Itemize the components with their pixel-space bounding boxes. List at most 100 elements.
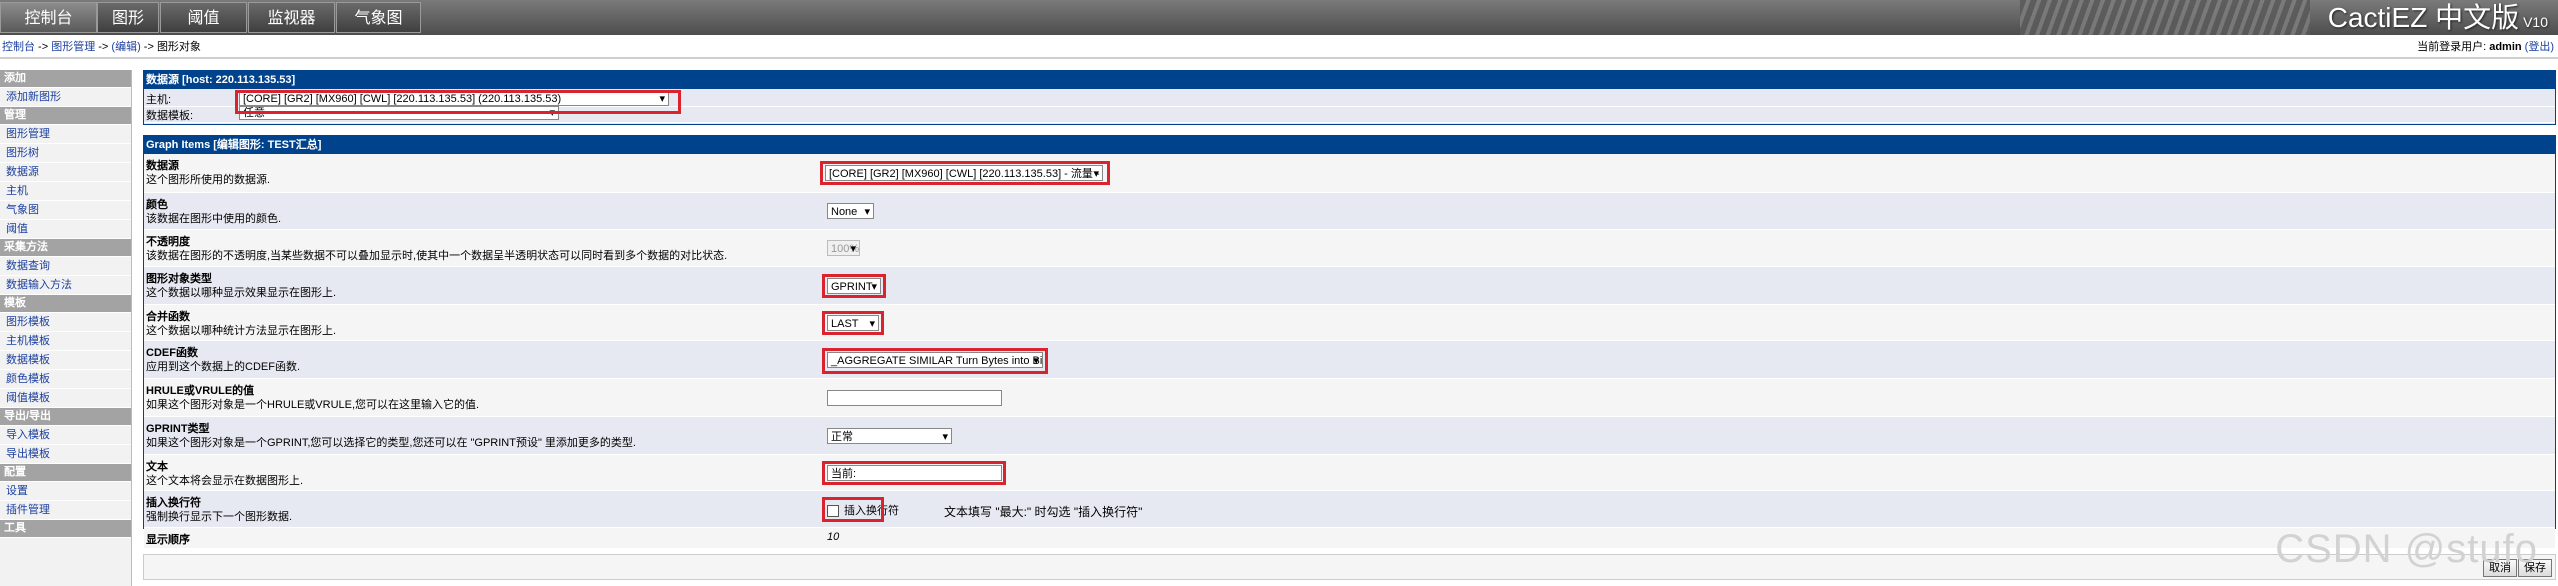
opacity-row: 不透明度 该数据在图形的不透明度,当某些数据不可以叠加显示时,使其中一个数据呈半透…	[144, 230, 2555, 267]
sidebar-link[interactable]: 阈值	[6, 223, 28, 235]
sidebar-item: 气象图	[0, 201, 131, 220]
action-bar: 取消 保存	[143, 554, 2556, 580]
login-prefix: 当前登录用户:	[2417, 41, 2490, 53]
sidebar-item: 阈值	[0, 220, 131, 239]
sequence-row: 显示顺序 10	[144, 528, 2555, 549]
opacity-select: 100%	[827, 240, 860, 256]
sidebar-link[interactable]: 导入模板	[6, 429, 50, 441]
sidebar-link[interactable]: 设置	[6, 485, 28, 497]
hrule-description: 如果这个图形对象是一个HRULE或VRULE,您可以在这里输入它的值.	[146, 399, 480, 411]
sidebar-link[interactable]: 添加新图形	[6, 91, 61, 103]
sidebar-item: 数据输入方法	[0, 276, 131, 295]
sidebar-item: 添加新图形	[0, 88, 131, 107]
sidebar-link[interactable]: 气象图	[6, 204, 39, 216]
sidebar-item: 主机	[0, 182, 131, 201]
logout-link[interactable]: (登出)	[2525, 41, 2554, 53]
item-type-row: 图形对象类型 这个数据以哪种显示效果显示在图形上. GPRINT	[144, 267, 2555, 305]
hard-return-description: 强制换行显示下一个图形数据.	[146, 511, 293, 523]
sidebar-item: 图形管理	[0, 125, 131, 144]
sidebar-item: 数据模板	[0, 351, 131, 370]
sidebar-link[interactable]: 主机	[6, 185, 28, 197]
gprint-type-row: GPRINT类型 如果这个图形对象是一个GPRINT,您可以选择它的类型,您还可以…	[144, 417, 2555, 455]
divider	[0, 57, 2558, 59]
sidebar-item: 设置	[0, 482, 131, 501]
sidebar-item: 导出模板	[0, 445, 131, 464]
sidebar-header: 采集方法	[0, 239, 131, 257]
sidebar-item: 插件管理	[0, 501, 131, 520]
highlight-consolidation	[822, 311, 884, 335]
graph-items-panel: Graph Items [编辑图形: TEST汇总] 数据源 这个图形所使用的数据…	[143, 135, 2556, 549]
hard-return-row: 插入换行符 强制换行显示下一个图形数据. 插入换行符 文本填写 "最大:" 时勾选 "…	[144, 491, 2555, 528]
breadcrumb-graph-mgmt[interactable]: 图形管理	[51, 41, 95, 53]
opacity-description: 该数据在图形的不透明度,当某些数据不可以叠加显示时,使其中一个数据呈半透明状态可…	[146, 250, 728, 262]
login-info: 当前登录用户: admin (登出)	[2417, 38, 2554, 56]
sidebar-item: 阈值模板	[0, 389, 131, 408]
breadcrumb-row: 控制台 -> 图形管理 -> (编辑) -> 图形对象 当前登录用户: admi…	[0, 38, 2558, 56]
tab-thresholds[interactable]: 阈值	[160, 2, 247, 33]
sidebar-link[interactable]: 主机模板	[6, 335, 50, 347]
sidebar-link[interactable]: 数据源	[6, 166, 39, 178]
sidebar-item: 颜色模板	[0, 370, 131, 389]
sidebar-link[interactable]: 数据查询	[6, 260, 50, 272]
sidebar-link[interactable]: 图形树	[6, 147, 39, 159]
highlight-text	[822, 461, 1006, 485]
sidebar-link[interactable]: 数据模板	[6, 354, 50, 366]
sidebar-item: 导入模板	[0, 426, 131, 445]
breadcrumb-current: 图形对象	[156, 41, 201, 53]
datasource-row: 数据源 这个图形所使用的数据源. [CORE] [GR2] [MX960] [CWL…	[144, 154, 2555, 193]
sidebar-item: 图形树	[0, 144, 131, 163]
gprint-type-select[interactable]: 正常	[827, 428, 952, 444]
text-description: 这个文本将会显示在数据图形上.	[146, 475, 304, 487]
breadcrumb-console[interactable]: 控制台	[2, 41, 35, 53]
sidebar-item: 数据查询	[0, 257, 131, 276]
sidebar-item: 数据源	[0, 163, 131, 182]
hrule-input[interactable]	[827, 390, 1002, 406]
highlight-cdef	[822, 348, 1048, 374]
breadcrumb-sep: ->	[95, 41, 112, 53]
sidebar-link[interactable]: 阈值模板	[6, 392, 50, 404]
hrule-row: HRULE或VRULE的值 如果这个图形对象是一个HRULE或VRULE,您可以在…	[144, 379, 2555, 417]
login-user: admin	[2489, 41, 2522, 53]
color-description: 该数据在图形中使用的颜色.	[146, 213, 282, 225]
consolidation-description: 这个数据以哪种统计方法显示在图形上.	[146, 325, 337, 337]
sidebar-link[interactable]: 插件管理	[6, 504, 50, 516]
sidebar-header: 管理	[0, 107, 131, 125]
highlight-host	[235, 90, 681, 114]
brand-logo: CactiEZ 中文版 V10	[2327, 2, 2548, 33]
highlight-datasource	[820, 161, 1110, 185]
sidebar-link[interactable]: 颜色模板	[6, 373, 50, 385]
tab-weathermap[interactable]: 气象图	[336, 2, 421, 33]
sidebar-item: 主机模板	[0, 332, 131, 351]
text-row: 文本 这个文本将会显示在数据图形上. 当前:	[144, 455, 2555, 491]
tab-graphs[interactable]: 图形	[97, 2, 159, 33]
sidebar-link[interactable]: 数据输入方法	[6, 279, 72, 291]
hard-return-annotation-note: 文本填写 "最大:" 时勾选 "插入换行符"	[944, 505, 1143, 519]
sidebar-link[interactable]: 图形管理	[6, 128, 50, 140]
datasource-description: 这个图形所使用的数据源.	[146, 174, 271, 186]
graph-items-title: Graph Items [编辑图形: TEST汇总]	[144, 136, 2555, 154]
sidebar-link[interactable]: 导出模板	[6, 448, 50, 460]
sequence-value: 10	[827, 531, 840, 543]
datasource-panel-title: 数据源 [host: 220.113.135.53]	[144, 71, 2555, 89]
tab-console[interactable]: 控制台	[0, 2, 97, 33]
sidebar-header: 导出/导出	[0, 408, 131, 426]
template-label: 数据模板:	[146, 110, 194, 122]
sidebar: 添加添加新图形管理图形管理图形树数据源主机气象图阈值采集方法数据查询数据输入方法…	[0, 70, 132, 586]
consolidation-row: 合并函数 这个数据以哪种统计方法显示在图形上. LAST	[144, 305, 2555, 341]
color-row: 颜色 该数据在图形中使用的颜色. None	[144, 193, 2555, 230]
brand-decoration	[2020, 0, 2310, 35]
sequence-label: 显示顺序	[146, 534, 190, 546]
breadcrumb-sep: ->	[140, 41, 157, 53]
tab-monitor[interactable]: 监视器	[248, 2, 335, 33]
sidebar-item: 图形模板	[0, 313, 131, 332]
top-navigation: 控制台 图形 阈值 监视器 气象图 CactiEZ 中文版 V10	[0, 0, 2558, 35]
host-label: 主机:	[146, 94, 172, 106]
sidebar-header: 添加	[0, 70, 131, 88]
item-type-description: 这个数据以哪种显示效果显示在图形上.	[146, 287, 337, 299]
highlight-hard-return	[822, 497, 884, 522]
color-select[interactable]: None	[827, 203, 874, 219]
breadcrumb-edit[interactable]: (编辑)	[111, 41, 140, 53]
sidebar-link[interactable]: 图形模板	[6, 316, 50, 328]
cdef-description: 应用到这个数据上的CDEF函数.	[146, 361, 300, 373]
breadcrumb: 控制台 -> 图形管理 -> (编辑) -> 图形对象	[2, 38, 201, 56]
